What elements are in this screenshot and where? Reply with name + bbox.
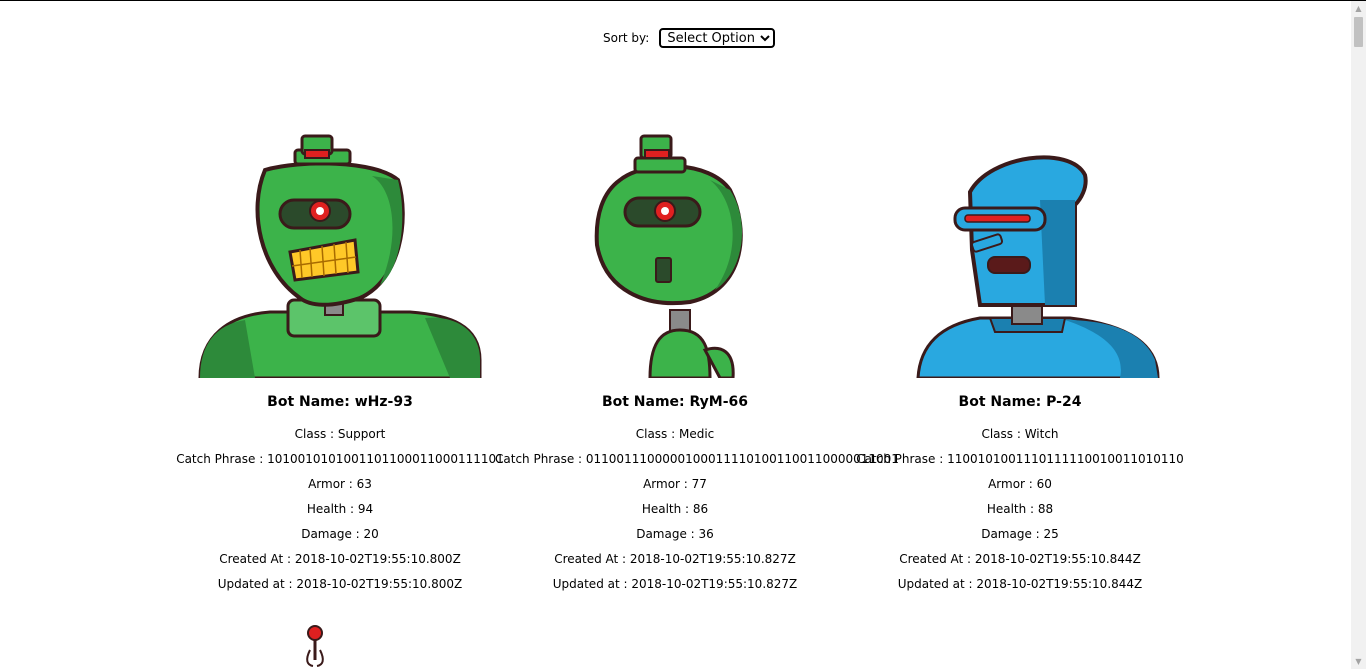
vertical-scrollbar[interactable]: ▲ ▼	[1351, 1, 1366, 669]
bot-class: Class : Medic	[635, 427, 715, 441]
bot-avatar	[160, 120, 520, 378]
bot-updated-at: Updated at : 2018-10-02T19:55:10.800Z	[217, 577, 463, 591]
bot-avatar-partial	[650, 662, 690, 669]
bot-card[interactable]: Bot Name: wHz-93 Class : Support Catch P…	[160, 120, 520, 597]
bot-damage: Damage : 25	[981, 527, 1059, 541]
bot-created-at: Created At : 2018-10-02T19:55:10.844Z	[899, 552, 1141, 566]
scroll-thumb[interactable]	[1354, 17, 1363, 47]
scroll-down-arrow-icon[interactable]: ▼	[1351, 654, 1366, 669]
bot-created-at: Created At : 2018-10-02T19:55:10.800Z	[219, 552, 461, 566]
bot-created-at: Created At : 2018-10-02T19:55:10.827Z	[554, 552, 796, 566]
bot-avatar	[840, 120, 1200, 378]
bot-damage: Damage : 36	[636, 527, 714, 541]
bot-card[interactable]: Bot Name: RyM-66 Class : Medic Catch Phr…	[495, 120, 899, 597]
bot-damage: Damage : 20	[301, 527, 379, 541]
bot-catch-phrase: Catch Phrase : 0110011100000100011110100…	[495, 452, 899, 466]
bot-armor: Armor : 63	[308, 477, 372, 491]
bot-health: Health : 94	[306, 502, 374, 516]
scroll-up-arrow-icon[interactable]: ▲	[1351, 1, 1366, 16]
bot-class: Class : Witch	[981, 427, 1059, 441]
bot-list-page: Sort by: Select Option Bot Name: wHz-93 …	[0, 0, 1351, 669]
sort-label: Sort by:	[603, 31, 650, 45]
bot-name: Bot Name: RyM-66	[601, 394, 749, 410]
bot-catch-phrase: Catch Phrase : 1100101001110111110010011…	[856, 452, 1184, 466]
bot-avatar-partial	[990, 662, 1030, 669]
bot-name: Bot Name: wHz-93	[267, 394, 413, 410]
bot-health: Health : 88	[986, 502, 1054, 516]
bot-name: Bot Name: P-24	[958, 394, 1082, 410]
bot-class: Class : Support	[294, 427, 386, 441]
sort-select[interactable]: Select Option	[659, 28, 776, 48]
bot-health: Health : 86	[641, 502, 709, 516]
sort-bar: Sort by: Select Option	[603, 28, 776, 48]
bot-catch-phrase: Catch Phrase : 1010010101001101100011000…	[176, 452, 504, 466]
bot-armor: Armor : 77	[643, 477, 707, 491]
bot-updated-at: Updated at : 2018-10-02T19:55:10.827Z	[552, 577, 798, 591]
bot-avatar	[495, 120, 855, 378]
bot-avatar-partial	[295, 620, 335, 669]
bot-card[interactable]: Bot Name: P-24 Class : Witch Catch Phras…	[840, 120, 1200, 597]
bot-updated-at: Updated at : 2018-10-02T19:55:10.844Z	[897, 577, 1143, 591]
bot-armor: Armor : 60	[988, 477, 1052, 491]
